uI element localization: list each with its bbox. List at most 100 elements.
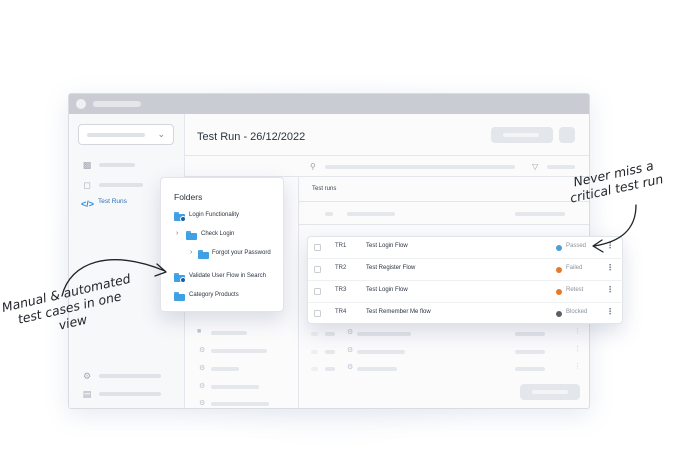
run-id: TR4 [335,309,347,315]
chevron-right-icon[interactable]: › [176,230,178,237]
folder-item-validate-user-flow[interactable]: Validate User Flow in Search [174,273,284,285]
status-badge: Retest [566,287,584,293]
row-placeholder [325,332,335,336]
search-icon[interactable]: ⚲ [310,162,316,171]
row-menu-icon[interactable]: ⋮ [574,362,581,370]
folder-icon: ■ [197,328,202,335]
folder-item-login-functionality[interactable]: Login Functionality [174,212,284,224]
gear-icon: ⚙ [199,383,206,390]
dropdown-placeholder [87,133,145,137]
folders-panel: Folders Login Functionality › Check Logi… [160,177,284,312]
folder-row-placeholder [211,331,247,335]
status-badge: Passed [566,243,587,249]
folders-title: Folders [174,192,203,202]
gear-icon: ⚙ [347,347,354,354]
gear-icon: ⚙ [199,365,206,372]
run-id: TR3 [335,287,347,293]
code-brackets-icon: </> [81,199,95,209]
primary-action-button[interactable] [491,127,553,143]
folder-item-forgot-password[interactable]: › Forgot your Password [174,249,284,262]
folder-item-check-login[interactable]: › Check Login [174,230,284,243]
row-checkbox[interactable] [311,350,318,354]
panel-divider [298,176,299,408]
folder-item-category-products[interactable]: Category Products [174,292,284,304]
kebab-menu-icon[interactable]: ⋮ [606,263,614,272]
gear-icon: ⚙ [199,400,206,407]
row-checkbox[interactable] [311,367,318,371]
column-placeholder [325,212,333,216]
folder-label: Login Functionality [189,212,240,218]
run-title[interactable]: Test Login Flow [366,243,408,249]
project-dropdown[interactable]: ⌄ [78,124,174,145]
sidebar-item-placeholder [99,183,143,187]
status-badge: Blocked [566,309,588,315]
folder-label: Forgot your Password [212,250,271,256]
folder-icon [198,250,209,259]
search-input[interactable] [325,165,515,169]
sidebar-item-placeholder [99,163,135,167]
run-title[interactable]: Test Login Flow [366,287,408,293]
folder-gear-icon [174,212,186,222]
row-menu-icon[interactable]: ⋮ [574,345,581,353]
chevron-right-icon[interactable]: › [190,249,192,256]
table-header-divider [299,201,589,202]
row-checkbox[interactable] [314,244,321,251]
filter-icon[interactable]: ▽ [532,162,538,171]
row-checkbox[interactable] [311,332,318,336]
folder-row-placeholder [211,385,259,389]
load-more-button[interactable] [520,384,580,400]
table-row[interactable]: TR4 Test Remember Me flow Blocked ⋮ [308,303,624,325]
table-row[interactable]: TR3 Test Login Flow Retest ⋮ [308,281,624,303]
gear-icon: ⚙ [347,329,354,336]
test-runs-header: Test runs [312,186,337,192]
row-checkbox[interactable] [314,266,321,273]
more-options-button[interactable] [559,127,575,143]
gear-icon: ⚙ [199,347,206,354]
folder-label: Validate User Flow in Search [189,273,266,279]
folder-icon [174,292,185,301]
test-runs-panel: TR1 Test Login Flow Passed ⋮ TR2 Test Re… [307,236,624,325]
kebab-menu-icon[interactable]: ⋮ [606,307,614,316]
sidebar-item-placeholder [99,374,161,378]
kebab-menu-icon[interactable]: ⋮ [606,285,614,294]
page-title: Test Run - 26/12/2022 [197,131,306,143]
column-placeholder [347,212,395,216]
run-title[interactable]: Test Register Flow [366,265,415,271]
folder-gear-icon [174,273,186,283]
title-bar [69,94,589,114]
run-title[interactable]: Test Remember Me flow [366,309,431,315]
table-divider [299,224,589,225]
window-control[interactable] [76,99,86,109]
row-placeholder [357,350,405,354]
folder-label: Category Products [189,292,239,298]
folder-icon [186,231,197,240]
row-menu-icon[interactable]: ⋮ [574,327,581,335]
kebab-menu-icon[interactable]: ⋮ [606,241,614,250]
folder-label: Check Login [201,231,235,237]
sidebar-item-settings[interactable]: ⚙ [81,369,181,383]
gear-icon: ⚙ [347,364,354,371]
status-dot [556,311,562,317]
sidebar-item-dashboard[interactable]: ▩ [81,158,181,172]
folder-icon: ◻ [83,180,91,190]
header-divider [185,155,589,156]
chevron-down-icon: ⌄ [157,129,165,139]
run-id: TR1 [335,243,347,249]
row-placeholder [325,350,335,354]
run-id: TR2 [335,265,347,271]
folder-row-placeholder [211,402,269,406]
row-checkbox[interactable] [314,310,321,317]
folder-row-placeholder [211,367,239,371]
status-dot [556,289,562,295]
sidebar-item-reports[interactable]: ▤ [81,387,181,401]
table-row[interactable]: TR1 Test Login Flow Passed ⋮ [308,237,624,259]
row-placeholder [515,350,545,354]
clipboard-icon: ▤ [82,389,92,399]
title-placeholder [93,101,141,107]
row-checkbox[interactable] [314,288,321,295]
settings-icon: ⚙ [82,371,92,381]
row-placeholder [357,367,397,371]
status-dot [556,267,562,273]
table-row[interactable]: TR2 Test Register Flow Failed ⋮ [308,259,624,281]
folder-row-placeholder [211,349,267,353]
